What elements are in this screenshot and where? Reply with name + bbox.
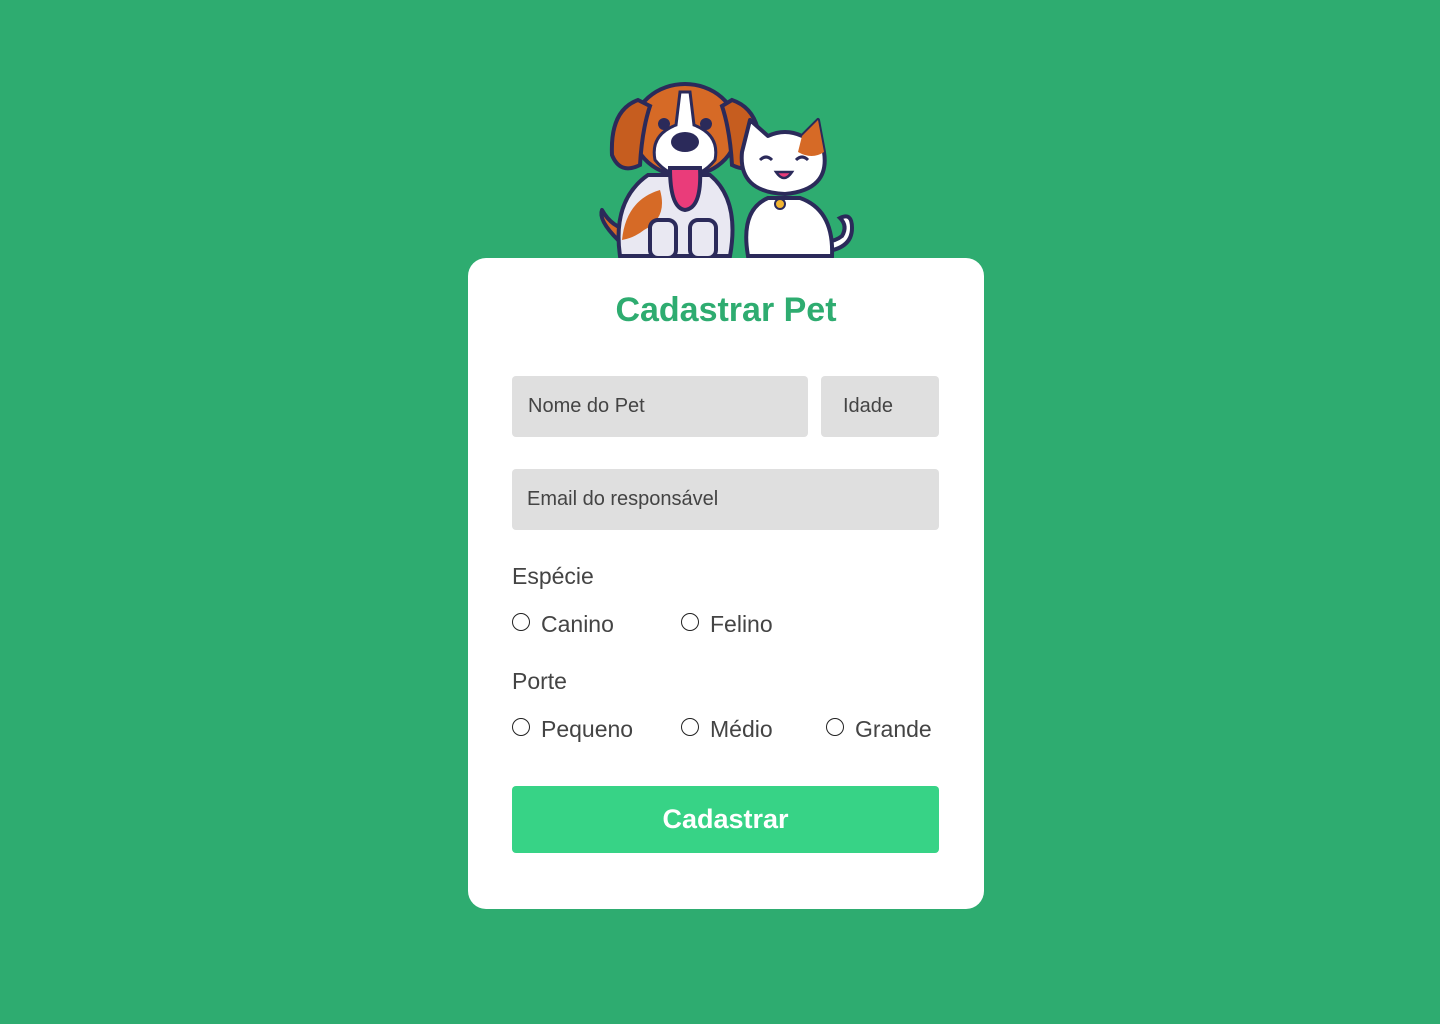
form-title: Cadastrar Pet (615, 291, 837, 329)
radio-circle-icon[interactable] (681, 718, 699, 736)
size-radio-pequeno[interactable]: Pequeno (512, 714, 633, 744)
radio-circle-icon[interactable] (512, 718, 530, 736)
cat-icon (739, 118, 855, 258)
register-pet-card: Cadastrar Pet Espécie Canino Felino Port… (468, 258, 984, 909)
owner-email-input[interactable] (512, 469, 939, 530)
radio-label: Grande (855, 715, 932, 742)
size-radio-medio[interactable]: Médio (681, 714, 773, 744)
dog-and-cat-illustration (599, 82, 855, 260)
radio-circle-icon[interactable] (681, 613, 699, 631)
dog-icon (599, 82, 763, 260)
species-radio-felino[interactable]: Felino (681, 609, 773, 639)
radio-label: Pequeno (541, 715, 634, 742)
pet-age-input[interactable] (821, 376, 939, 437)
size-label: Porte (512, 668, 567, 694)
pet-name-input[interactable] (512, 376, 808, 437)
radio-circle-icon[interactable] (826, 718, 844, 736)
radio-circle-icon[interactable] (512, 613, 530, 631)
size-radio-grande[interactable]: Grande (826, 714, 932, 744)
radio-label: Médio (710, 715, 773, 742)
radio-label: Felino (710, 610, 773, 637)
submit-button[interactable]: Cadastrar (512, 786, 939, 853)
species-label: Espécie (512, 563, 594, 589)
species-radio-canino[interactable]: Canino (512, 609, 614, 639)
radio-label: Canino (541, 610, 614, 637)
